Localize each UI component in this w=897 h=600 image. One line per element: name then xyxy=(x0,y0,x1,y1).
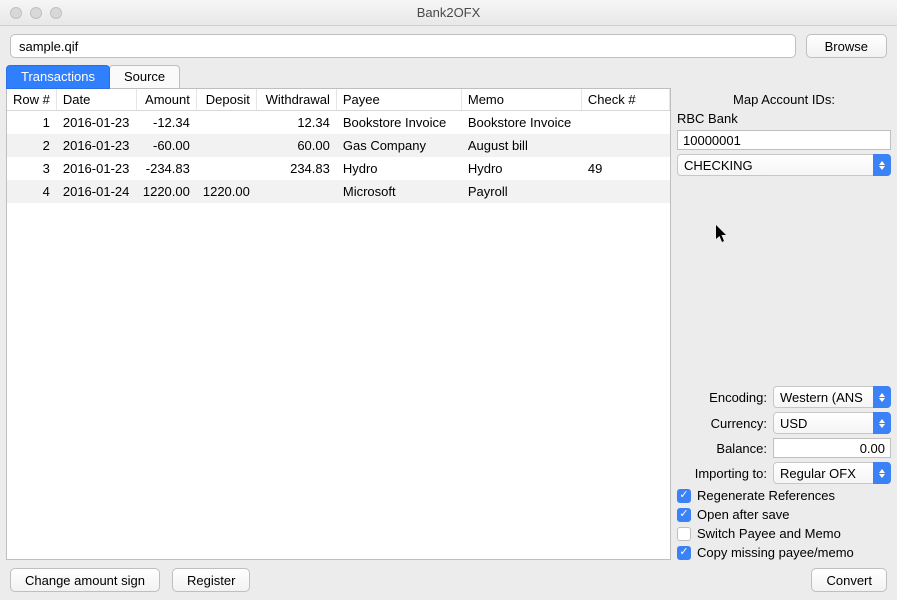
cell-date: 2016-01-23 xyxy=(56,134,136,157)
col-deposit[interactable]: Deposit xyxy=(196,89,256,111)
table-row[interactable]: 22016-01-23-60.00 60.00Gas CompanyAugust … xyxy=(7,134,670,157)
bank-label: RBC Bank xyxy=(677,111,891,126)
table-row[interactable]: 42016-01-241220.001220.00MicrosoftPayrol… xyxy=(7,180,670,203)
encoding-label: Encoding: xyxy=(709,390,767,405)
cell-amount: -60.00 xyxy=(136,134,196,157)
account-type-value: CHECKING xyxy=(677,154,891,176)
change-amount-sign-button[interactable]: Change amount sign xyxy=(10,568,160,592)
cell-amount: -234.83 xyxy=(136,157,196,180)
cell-date: 2016-01-23 xyxy=(56,111,136,135)
col-withdrawal[interactable]: Withdrawal xyxy=(256,89,336,111)
cell-row: 3 xyxy=(7,157,56,180)
tab-source[interactable]: Source xyxy=(109,65,180,89)
currency-select[interactable]: USD xyxy=(773,412,891,434)
file-path-input[interactable] xyxy=(10,34,796,58)
cell-memo: August bill xyxy=(461,134,581,157)
encoding-select[interactable]: Western (ANS xyxy=(773,386,891,408)
cell-deposit: 1220.00 xyxy=(196,180,256,203)
close-window-icon[interactable] xyxy=(10,7,22,19)
cell-amount: -12.34 xyxy=(136,111,196,135)
table-row[interactable]: 12016-01-23-12.3412.34Bookstore InvoiceB… xyxy=(7,111,670,135)
cell-row: 4 xyxy=(7,180,56,203)
traffic-lights xyxy=(0,7,62,19)
window-title: Bank2OFX xyxy=(0,5,897,20)
chk-open-label: Open after save xyxy=(697,507,790,522)
transactions-table: Row # Date Amount Deposit Withdrawal Pay… xyxy=(6,88,671,560)
chk-switch-label: Switch Payee and Memo xyxy=(697,526,841,541)
table-row[interactable]: 32016-01-23-234.83234.83HydroHydro49 xyxy=(7,157,670,180)
chk-copy-label: Copy missing payee/memo xyxy=(697,545,854,560)
cell-check xyxy=(581,180,669,203)
cell-memo: Payroll xyxy=(461,180,581,203)
balance-input[interactable] xyxy=(773,438,891,458)
side-panel: Map Account IDs: RBC Bank CHECKING Encod… xyxy=(677,88,891,560)
cell-row: 1 xyxy=(7,111,56,135)
browse-button[interactable]: Browse xyxy=(806,34,887,58)
chk-open-after-save[interactable]: ✓ Open after save xyxy=(677,507,891,522)
cell-memo: Bookstore Invoice xyxy=(461,111,581,135)
chk-regenerate-label: Regenerate References xyxy=(697,488,835,503)
chk-regenerate[interactable]: ✓ Regenerate References xyxy=(677,488,891,503)
account-type-select[interactable]: CHECKING xyxy=(677,154,891,176)
cell-row: 2 xyxy=(7,134,56,157)
cell-check xyxy=(581,134,669,157)
map-title: Map Account IDs: xyxy=(677,92,891,107)
file-row: Browse xyxy=(0,26,897,64)
chevron-updown-icon xyxy=(873,154,891,176)
cell-memo: Hydro xyxy=(461,157,581,180)
balance-label: Balance: xyxy=(716,441,767,456)
cell-date: 2016-01-24 xyxy=(56,180,136,203)
col-row[interactable]: Row # xyxy=(7,89,56,111)
checkbox-icon: ✓ xyxy=(677,489,691,503)
register-button[interactable]: Register xyxy=(172,568,250,592)
minimize-window-icon[interactable] xyxy=(30,7,42,19)
titlebar: Bank2OFX xyxy=(0,0,897,26)
checkbox-icon xyxy=(677,527,691,541)
cell-payee: Gas Company xyxy=(336,134,461,157)
col-memo[interactable]: Memo xyxy=(461,89,581,111)
chk-switch-payee-memo[interactable]: Switch Payee and Memo xyxy=(677,526,891,541)
zoom-window-icon[interactable] xyxy=(50,7,62,19)
chevron-updown-icon xyxy=(873,412,891,434)
checkbox-icon: ✓ xyxy=(677,546,691,560)
bottom-bar: Change amount sign Register Convert xyxy=(0,560,897,600)
col-amount[interactable]: Amount xyxy=(136,89,196,111)
cell-check: 49 xyxy=(581,157,669,180)
chk-copy-missing[interactable]: ✓ Copy missing payee/memo xyxy=(677,545,891,560)
cell-check xyxy=(581,111,669,135)
cell-withdrawal: 12.34 xyxy=(256,111,336,135)
cell-payee: Hydro xyxy=(336,157,461,180)
col-check[interactable]: Check # xyxy=(581,89,669,111)
cell-date: 2016-01-23 xyxy=(56,157,136,180)
cell-withdrawal: 234.83 xyxy=(256,157,336,180)
cell-deposit xyxy=(196,157,256,180)
cell-withdrawal: 60.00 xyxy=(256,134,336,157)
convert-button[interactable]: Convert xyxy=(811,568,887,592)
tabs: Transactions Source xyxy=(0,64,897,88)
tab-transactions[interactable]: Transactions xyxy=(6,65,110,89)
chevron-updown-icon xyxy=(873,386,891,408)
cell-withdrawal xyxy=(256,180,336,203)
chevron-updown-icon xyxy=(873,462,891,484)
importing-select[interactable]: Regular OFX xyxy=(773,462,891,484)
cell-deposit xyxy=(196,134,256,157)
col-payee[interactable]: Payee xyxy=(336,89,461,111)
checkbox-icon: ✓ xyxy=(677,508,691,522)
col-date[interactable]: Date xyxy=(56,89,136,111)
account-id-input[interactable] xyxy=(677,130,891,150)
cell-payee: Microsoft xyxy=(336,180,461,203)
cell-payee: Bookstore Invoice xyxy=(336,111,461,135)
currency-label: Currency: xyxy=(711,416,767,431)
cell-amount: 1220.00 xyxy=(136,180,196,203)
cell-deposit xyxy=(196,111,256,135)
importing-label: Importing to: xyxy=(695,466,767,481)
